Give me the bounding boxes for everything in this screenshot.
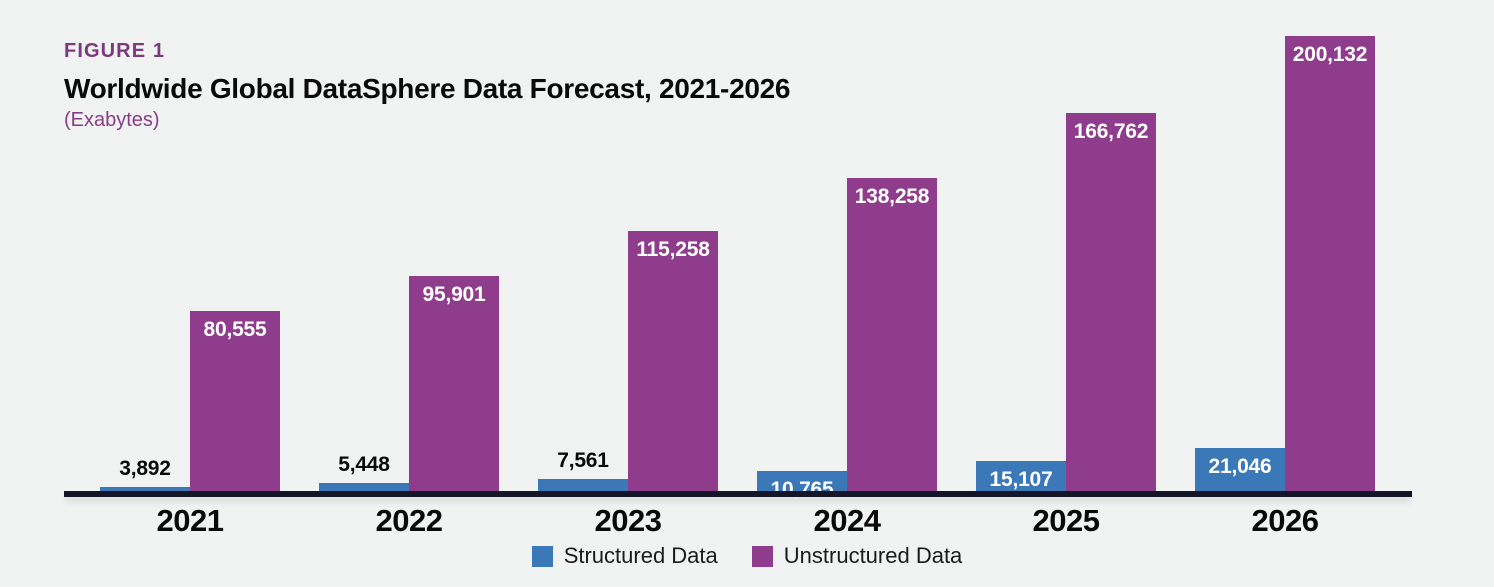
- figure-container: FIGURE 1 Worldwide Global DataSphere Dat…: [0, 0, 1494, 587]
- bar-unstructured-2026[interactable]: 200,132: [1285, 36, 1375, 496]
- legend-swatch-icon: [751, 545, 773, 567]
- x-axis-label-2026: 2026: [1251, 503, 1319, 538]
- bar-unstructured-2021[interactable]: 80,555: [190, 311, 280, 496]
- bar-value-label: 166,762: [1073, 120, 1149, 143]
- bar-unstructured-2023[interactable]: 115,258: [628, 231, 718, 496]
- bar-group-2026: 21,046 200,132: [1195, 36, 1375, 496]
- x-axis-label-2025: 2025: [1032, 503, 1100, 538]
- plot-area: 3,892 80,555 5,448 95,901 7,561 115,258 10,765…: [64, 36, 1412, 501]
- bar-value-label: 10,765: [770, 478, 834, 501]
- legend-label: Unstructured Data: [783, 543, 963, 568]
- x-axis-baseline: [64, 491, 1412, 497]
- bar-structured-2026[interactable]: 21,046: [1195, 448, 1285, 496]
- bar-value-label: 5,448: [338, 453, 390, 476]
- bar-value-label: 115,258: [636, 238, 710, 261]
- bar-group-2022: 5,448 95,901: [319, 36, 499, 496]
- bar-value-label: 138,258: [854, 185, 930, 208]
- bar-group-2025: 15,107 166,762: [976, 36, 1156, 496]
- bar-value-label: 200,132: [1292, 43, 1368, 66]
- bar-value-label: 3,892: [119, 457, 171, 480]
- chart-legend: Structured Data Unstructured Data: [0, 543, 1494, 569]
- bar-value-label: 7,561: [557, 449, 609, 472]
- bar-unstructured-2025[interactable]: 166,762: [1066, 113, 1156, 496]
- legend-label: Structured Data: [563, 543, 718, 568]
- bar-value-label: 15,107: [989, 468, 1053, 491]
- legend-item-structured[interactable]: Structured Data: [531, 543, 718, 569]
- x-axis-label-2022: 2022: [375, 503, 443, 538]
- x-axis-label-2023: 2023: [594, 503, 662, 538]
- bar-group-2024: 10,765 138,258: [757, 36, 937, 501]
- bar-group-2023: 7,561 115,258: [538, 36, 718, 496]
- bar-unstructured-2022[interactable]: 95,901: [409, 276, 499, 496]
- bar-group-2021: 3,892 80,555: [100, 36, 280, 496]
- legend-item-unstructured[interactable]: Unstructured Data: [751, 543, 963, 569]
- bar-value-label: 21,046: [1208, 455, 1272, 478]
- x-axis-label-2024: 2024: [813, 503, 881, 538]
- bar-value-label: 95,901: [422, 283, 486, 306]
- legend-swatch-icon: [531, 545, 553, 567]
- x-axis-label-2021: 2021: [156, 503, 224, 538]
- bar-value-label: 80,555: [203, 318, 267, 341]
- bar-unstructured-2024[interactable]: 138,258: [847, 178, 937, 496]
